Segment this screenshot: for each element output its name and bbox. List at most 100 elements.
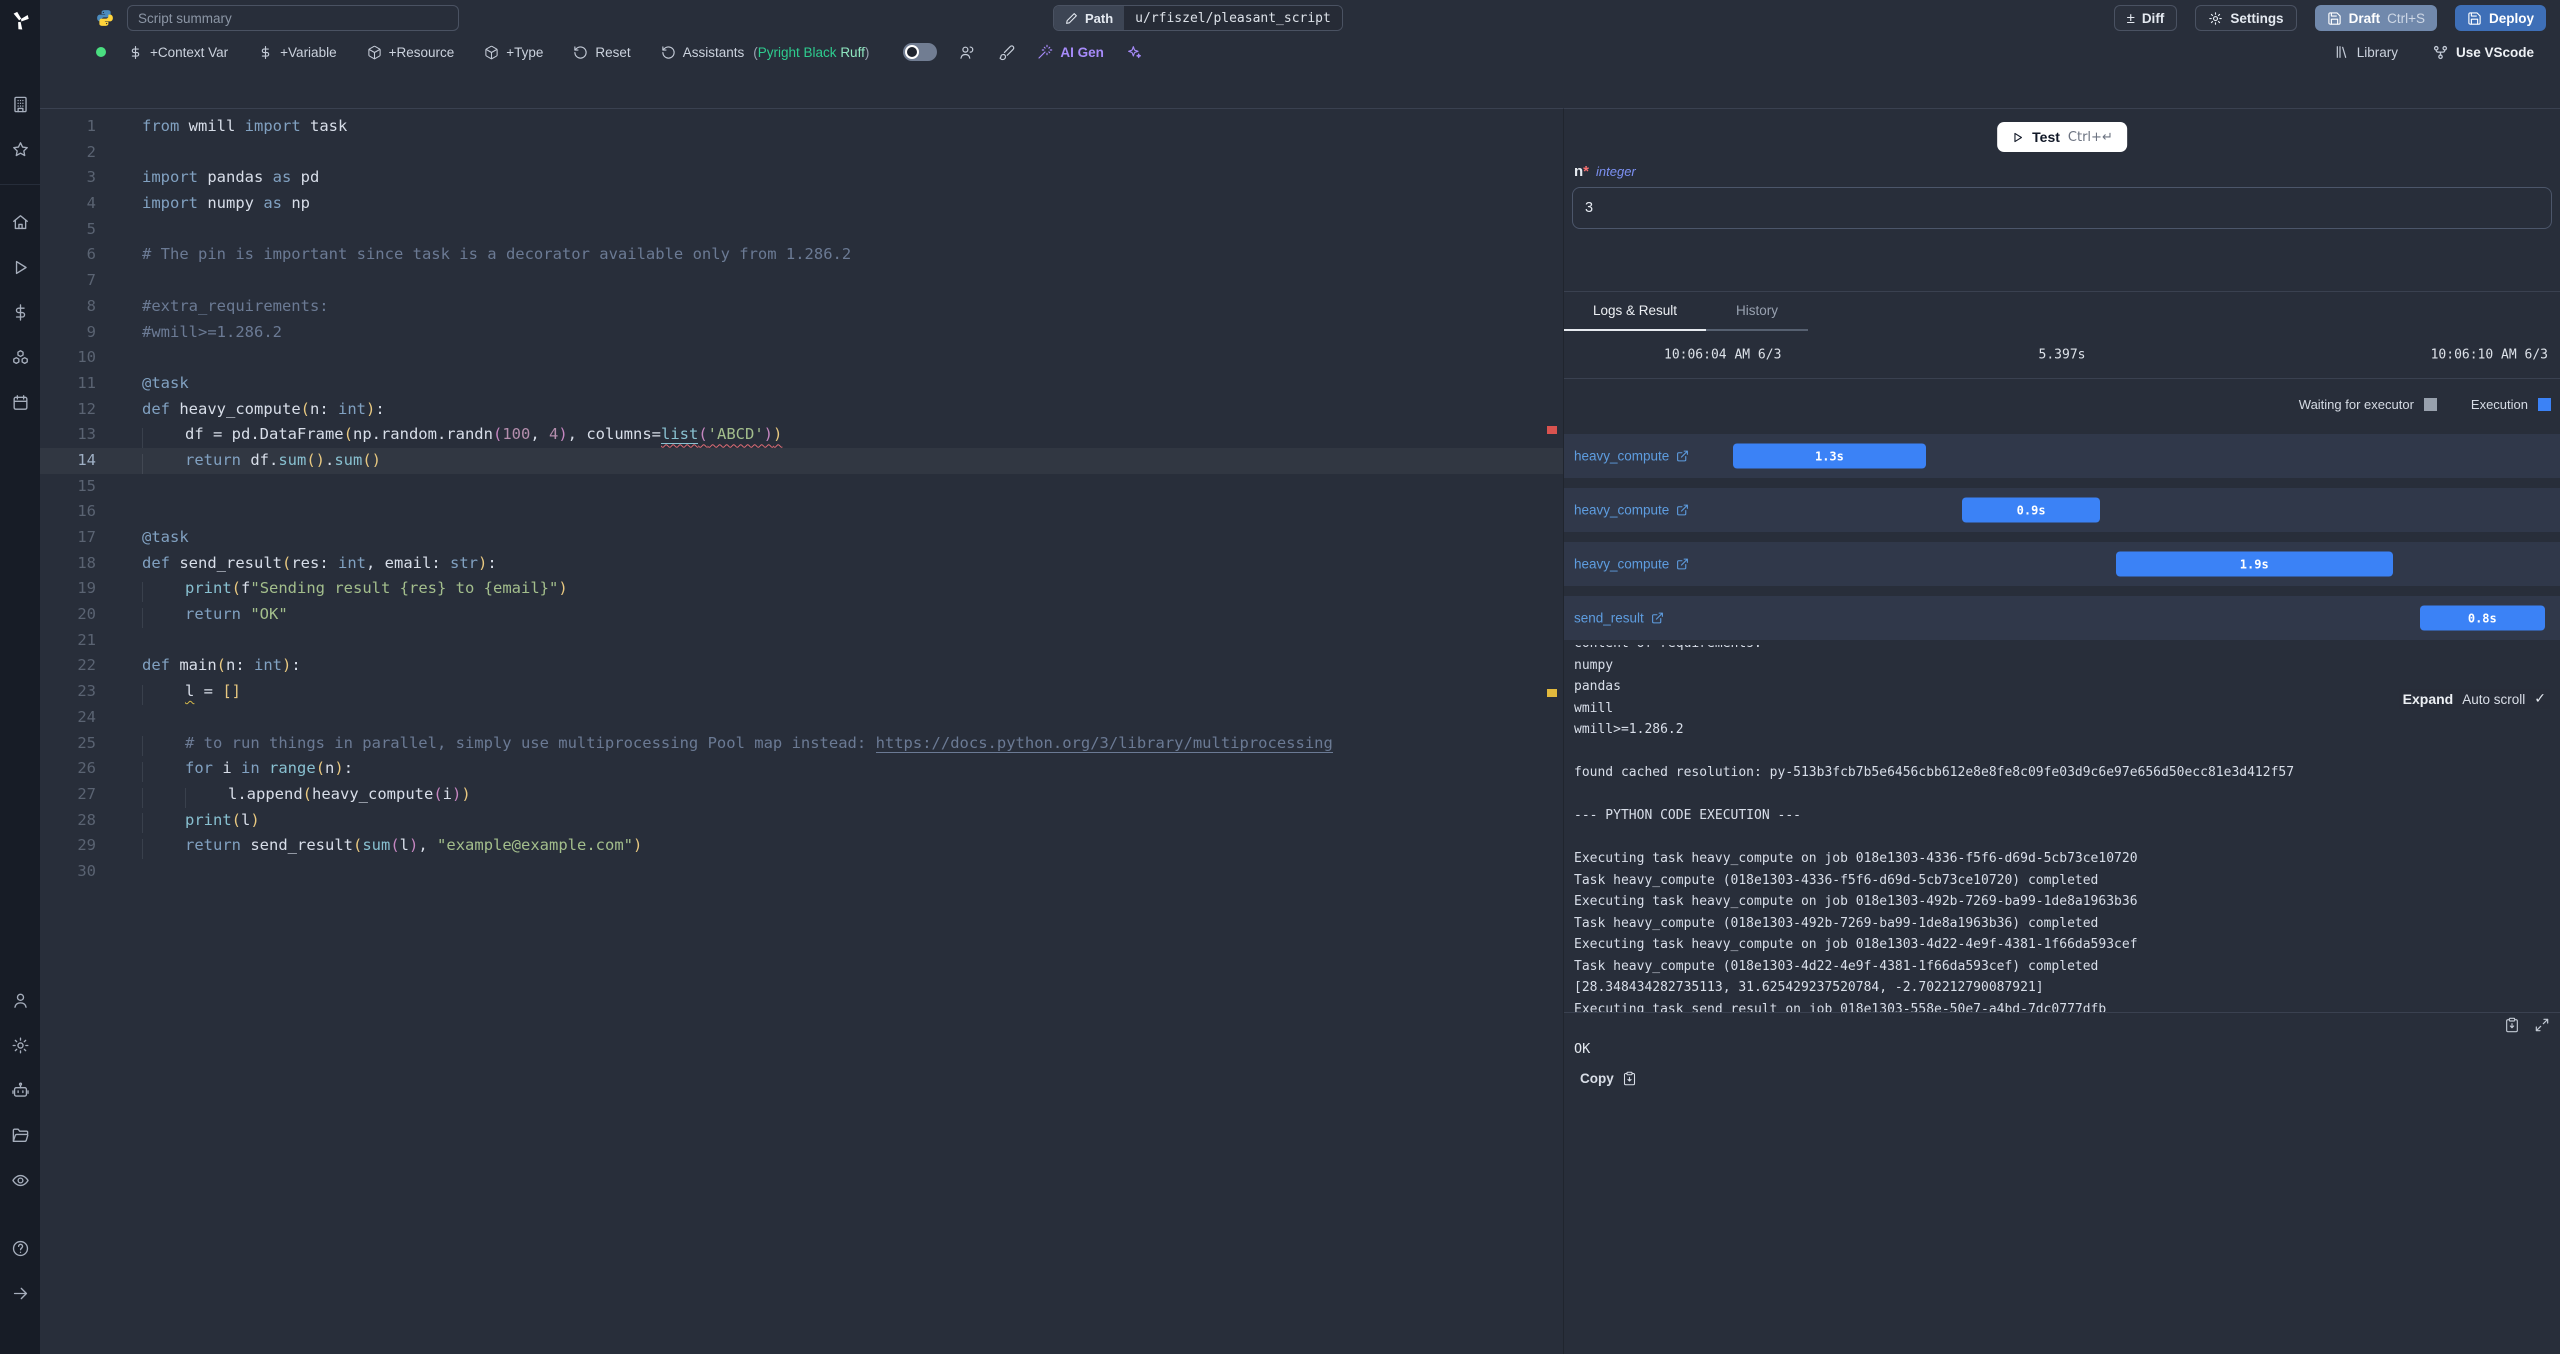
path-selector[interactable]: Path u/rfiszel/pleasant_script	[1053, 5, 1343, 31]
add-variable-button[interactable]: +Variable	[258, 44, 337, 60]
execution-timeline: heavy_compute 1.3s heavy_compute 0.9s heavy_…	[1564, 429, 2560, 645]
dollar-icon[interactable]	[0, 290, 40, 335]
draft-button[interactable]: Draft Ctrl+S	[2314, 5, 2437, 31]
toolbar-right: Library Use VScode	[2334, 44, 2534, 61]
collaborators-icon[interactable]	[959, 44, 976, 61]
bot-icon[interactable]	[0, 1068, 40, 1113]
autoscroll-toggle[interactable]: Auto scroll	[2462, 692, 2525, 707]
arg-name: n	[1574, 163, 1584, 180]
save-icon	[2467, 11, 2482, 26]
building-icon[interactable]	[0, 82, 40, 127]
log-line: Executing task heavy_compute on job 018e…	[1574, 851, 2138, 866]
code-line: 1 from wmill import task	[86, 117, 348, 135]
timeline-job-name: send_result	[1574, 610, 1644, 626]
timeline-band	[1564, 434, 2560, 478]
expand-button[interactable]: Expand	[2403, 691, 2454, 707]
package-icon	[485, 45, 498, 59]
draft-button-label: Draft	[2348, 10, 2381, 26]
copy-result-button[interactable]: Copy	[1580, 1071, 1637, 1086]
code-line: 20 return "OK"	[40, 602, 1563, 628]
error-marker	[1547, 426, 1557, 434]
reset-label: Reset	[595, 44, 631, 60]
logs-output[interactable]: content of requirements:numpypandaswmill…	[1564, 645, 2560, 1013]
library-button[interactable]: Library	[2334, 44, 2398, 60]
test-shortcut: Ctrl+↵	[2067, 129, 2113, 145]
calendar-icon[interactable]	[0, 380, 40, 425]
timeline-job-link[interactable]: heavy_compute	[1574, 503, 1689, 518]
tab-history[interactable]: History	[1706, 292, 1808, 331]
path-value: u/rfiszel/pleasant_script	[1124, 6, 1342, 30]
arrow-right-icon[interactable]	[0, 1271, 40, 1316]
editor-toolbar: +Context Var +Variable +Resource +Type R…	[40, 36, 2560, 68]
logs-controls: Expand Auto scroll ✓	[2398, 689, 2550, 709]
settings-button-label: Settings	[2230, 10, 2284, 26]
ai-gen-label: AI Gen	[1060, 44, 1104, 60]
windmill-logo[interactable]	[7, 7, 33, 33]
path-label: Path	[1085, 10, 1114, 26]
rotate-icon	[662, 45, 675, 59]
topbar-actions: ± Diff Settings Draft Ctrl+S Deploy	[2113, 5, 2546, 31]
timeline-job-name: heavy_compute	[1574, 448, 1670, 464]
top-bar: Path u/rfiszel/pleasant_script ± Diff Se…	[40, 0, 2560, 36]
code-line: 21	[77, 630, 96, 649]
star-icon[interactable]	[0, 127, 40, 172]
run-times-row: 10:06:04 AM 6/3 5.397s 10:06:10 AM 6/3	[1564, 331, 2560, 379]
code-line: 19 print(f"Sending result {res} to {email…	[40, 576, 1563, 603]
legend-waiting-label: Waiting for executor	[2298, 396, 2414, 412]
settings-button[interactable]: Settings	[2195, 5, 2297, 31]
code-line: 30	[77, 861, 96, 880]
tab-logs-result[interactable]: Logs & Result	[1564, 292, 1706, 331]
use-vscode-button[interactable]: Use VScode	[2432, 44, 2534, 61]
assistants-button[interactable]: Assistants (Pyright Black Ruff)	[661, 45, 869, 60]
code-line: 28 print(l)	[40, 808, 1563, 834]
user-icon[interactable]	[0, 978, 40, 1023]
sidebar-group-top	[0, 82, 40, 172]
code-line: 18 def send_result(res: int, email: str):	[77, 553, 497, 572]
log-line: content of requirements:	[1574, 645, 2560, 655]
legend-execution-label: Execution	[2470, 396, 2528, 412]
add-context-var-label: +Context Var	[150, 44, 229, 60]
timeline-row: heavy_compute 0.9s	[1564, 483, 2560, 537]
boxes-icon[interactable]	[0, 335, 40, 380]
external-link-icon	[1677, 558, 1689, 570]
diff-button-label: Diff	[2141, 10, 2165, 26]
code-line: 6 # The pin is important since task is a …	[86, 245, 852, 264]
gear-icon[interactable]	[0, 1023, 40, 1068]
add-context-var-button[interactable]: +Context Var	[128, 45, 228, 60]
test-panel: Test Ctrl+↵ n* integer Logs & Result His…	[1563, 108, 2560, 1354]
code-line: 8 #extra_requirements:	[86, 296, 329, 315]
sparkles-icon[interactable]	[1126, 44, 1142, 60]
home-icon[interactable]	[0, 200, 40, 245]
timeline-job-link[interactable]: heavy_compute	[1574, 449, 1689, 464]
add-resource-label: +Resource	[388, 44, 455, 60]
eye-icon[interactable]	[0, 1158, 40, 1203]
add-variable-label: +Variable	[280, 44, 337, 60]
play-icon[interactable]	[0, 245, 40, 290]
test-button[interactable]: Test Ctrl+↵	[1997, 122, 2127, 152]
code-line: 15	[77, 476, 96, 495]
sidebar-divider	[0, 184, 40, 185]
log-line: [28.348434282735113, 31.625429237520784,…	[1574, 980, 2044, 995]
reset-button[interactable]: Reset	[573, 44, 631, 60]
ai-gen-button[interactable]: AI Gen	[1037, 44, 1104, 60]
script-summary-input[interactable]	[127, 5, 459, 31]
assistant-toggle[interactable]	[903, 43, 938, 61]
path-label-segment: Path	[1054, 6, 1125, 30]
timeline-job-link[interactable]: heavy_compute	[1574, 557, 1689, 572]
help-icon[interactable]	[0, 1226, 40, 1271]
diff-button[interactable]: ± Diff	[2113, 5, 2178, 31]
timeline-job-link[interactable]: send_result	[1574, 611, 1664, 626]
result-value: OK	[1574, 1041, 1591, 1057]
copy-result-icon[interactable]	[2504, 1017, 2520, 1033]
arg-n-input[interactable]	[1572, 187, 2552, 229]
add-resource-button[interactable]: +Resource	[367, 44, 455, 60]
library-icon	[2336, 46, 2346, 58]
timeline-duration-bar: 1.9s	[2115, 551, 2393, 577]
code-editor[interactable]: 1 from wmill import task 2 3 import pandas a…	[40, 108, 1563, 1354]
add-type-button[interactable]: +Type	[484, 45, 543, 60]
deploy-button[interactable]: Deploy	[2454, 5, 2546, 31]
fullscreen-icon[interactable]	[2534, 1017, 2550, 1033]
format-brush-icon[interactable]	[998, 44, 1015, 61]
folder-icon[interactable]	[0, 1113, 40, 1158]
